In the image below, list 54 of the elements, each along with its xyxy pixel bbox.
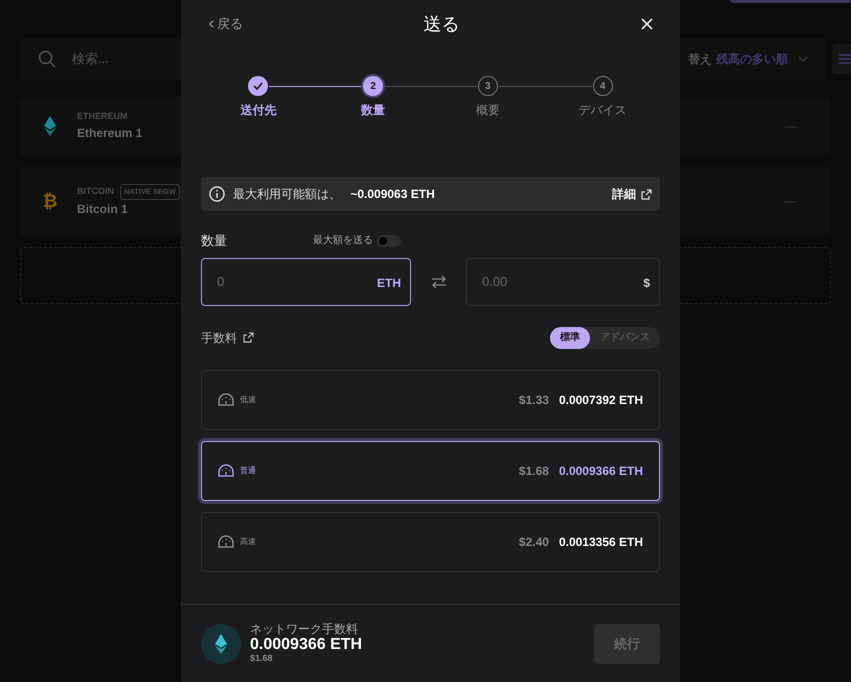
network-fee-fiat: $1.68 bbox=[250, 654, 274, 664]
send-max-toggle[interactable] bbox=[377, 234, 401, 247]
details-link[interactable]: 詳細 bbox=[612, 185, 652, 203]
search-icon bbox=[38, 50, 56, 68]
send-max-label: 最大額を送る bbox=[313, 234, 373, 248]
unit-label: ETH bbox=[377, 274, 401, 292]
info-text: 最大利用可能額は、 ~0.009063 ETH bbox=[233, 186, 435, 203]
account-balance: — bbox=[785, 193, 797, 210]
close-button[interactable] bbox=[640, 17, 654, 31]
menu-icon bbox=[839, 54, 851, 64]
chevron-left-icon bbox=[209, 20, 214, 28]
step-label: デバイス bbox=[578, 102, 627, 119]
step-label: 送付先 bbox=[240, 102, 276, 119]
gauge-icon bbox=[218, 535, 234, 548]
info-icon bbox=[209, 186, 225, 202]
network-fee-label: ネットワーク手数料 bbox=[250, 623, 359, 636]
gauge-icon bbox=[218, 393, 234, 406]
account-balance: — bbox=[785, 118, 797, 135]
step-label: 概要 bbox=[476, 102, 500, 119]
search-field[interactable]: 検索... bbox=[70, 48, 270, 70]
fee-mode-tab[interactable]: 標準 bbox=[550, 326, 590, 348]
step-indicator: 3 bbox=[478, 76, 498, 96]
step-indicator: 2 bbox=[363, 76, 384, 96]
fee-option[interactable]: 高速 $2.40 0.0013356 ETH bbox=[201, 512, 660, 572]
account-name: Ethereum 1 bbox=[77, 124, 142, 142]
chevron-down-icon bbox=[798, 56, 808, 62]
fee-fiat: $1.68 bbox=[518, 462, 549, 480]
unit-label: $ bbox=[643, 274, 650, 292]
speed-label: 低速 bbox=[240, 394, 256, 406]
currency-label: ETHEREUM bbox=[77, 110, 128, 124]
dialog-title: 送る bbox=[422, 12, 460, 36]
sort-label: 替え bbox=[688, 51, 712, 68]
fee-fiat: $2.40 bbox=[518, 534, 549, 550]
currency-label: BITCOIN bbox=[77, 185, 114, 198]
step-label: 数量 bbox=[361, 102, 386, 119]
account-name: Bitcoin 1 bbox=[77, 200, 129, 218]
swap-icon[interactable] bbox=[430, 274, 446, 288]
speed-label: 高速 bbox=[240, 536, 256, 548]
fee-crypto: 0.0007392 ETH bbox=[558, 392, 643, 408]
fee-crypto: 0.0013356 ETH bbox=[558, 534, 643, 550]
ethereum-icon bbox=[201, 624, 241, 664]
fee-fiat: $1.33 bbox=[518, 392, 549, 408]
step-indicator: 4 bbox=[592, 76, 613, 96]
speed-label: 普通 bbox=[240, 464, 256, 476]
external-link-icon bbox=[641, 188, 652, 200]
fee-label: 手数料 bbox=[201, 330, 237, 346]
network-fee-amount: 0.0009366 ETH bbox=[250, 636, 362, 654]
amount-label: 数量 bbox=[201, 232, 228, 250]
bitcoin-icon: ₿ bbox=[40, 188, 60, 214]
back-link[interactable]: 戻る bbox=[209, 14, 243, 34]
fee-option[interactable]: 低速 $1.33 0.0007392 ETH bbox=[201, 370, 660, 430]
fee-crypto: 0.0009366 ETH bbox=[558, 462, 643, 480]
external-link-icon[interactable] bbox=[243, 332, 254, 343]
gauge-icon bbox=[218, 464, 234, 477]
